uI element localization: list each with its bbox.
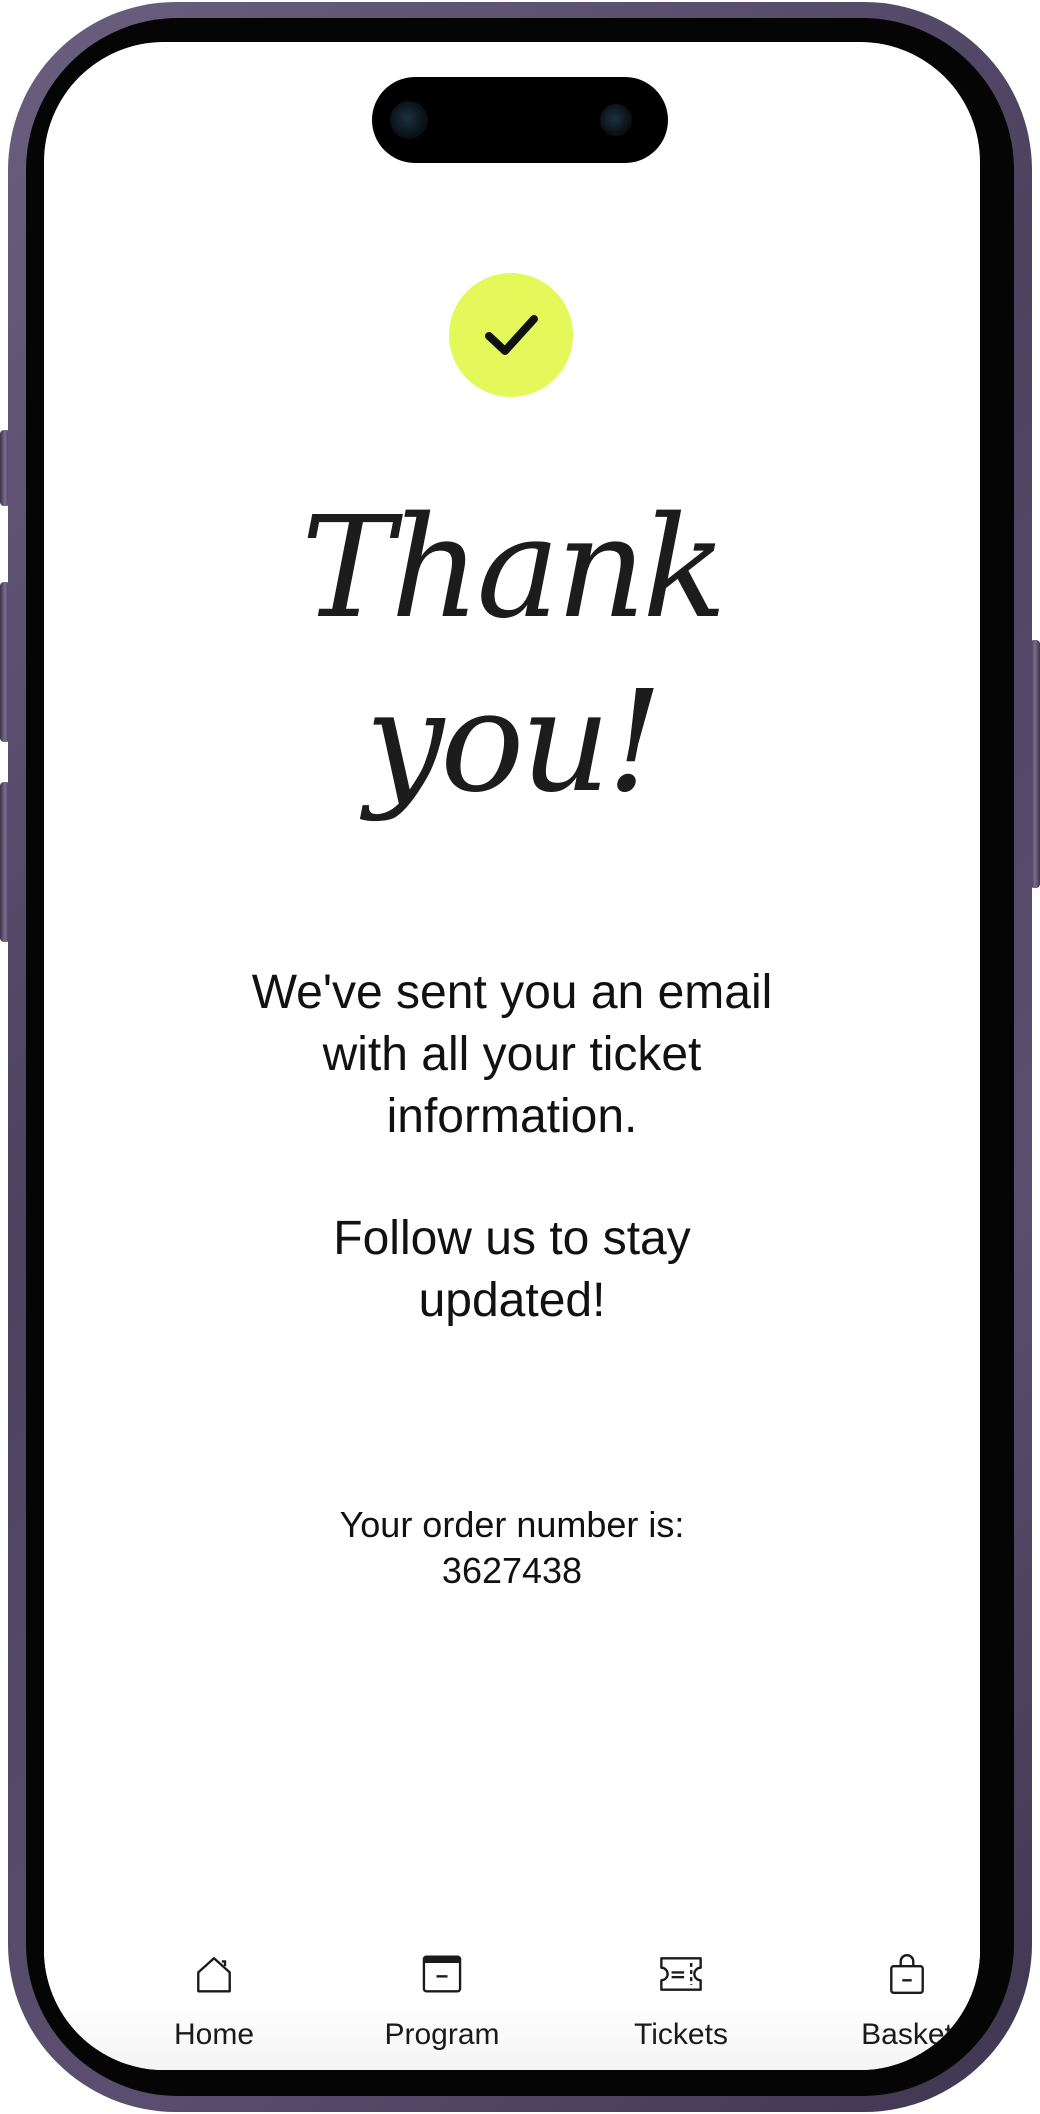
email-notice-line: with all your ticket xyxy=(322,1028,702,1081)
nav-label-tickets: Tickets xyxy=(634,2018,728,2051)
nav-item-tickets[interactable]: Tickets xyxy=(581,1902,781,2052)
nav-item-program[interactable]: Program xyxy=(342,1902,542,2052)
follow-notice-line: updated! xyxy=(418,1274,606,1327)
sensor-icon xyxy=(600,104,632,136)
confirmation-message: We've sent you an email with all your ti… xyxy=(44,962,980,1332)
home-icon xyxy=(197,1957,231,1993)
title-line-2: you! xyxy=(365,661,663,824)
success-badge xyxy=(449,273,573,397)
email-notice-line: information. xyxy=(386,1090,638,1143)
checkmark-icon xyxy=(485,315,538,355)
nav-item-home[interactable]: Home xyxy=(114,1902,314,2052)
page-title: Thank you! xyxy=(44,482,980,830)
email-notice-line: We've sent you an email xyxy=(251,966,773,1019)
nav-label-home: Home xyxy=(173,2018,255,2051)
camera-lens-icon xyxy=(390,101,428,139)
order-info: Your order number is: 3627438 xyxy=(44,1502,980,1594)
order-label: Your order number is: xyxy=(339,1504,685,1545)
device-canvas: Thank you! We've sent you an email with … xyxy=(0,0,1040,2114)
follow-notice: Follow us to stay updated! xyxy=(44,1208,980,1332)
nav-label-basket: Basket xyxy=(861,2018,953,2051)
follow-notice-line: Follow us to stay xyxy=(333,1212,691,1265)
ticket-icon xyxy=(660,1957,702,1991)
calendar-icon xyxy=(422,1955,462,1993)
nav-item-basket[interactable]: Basket xyxy=(807,1902,980,2052)
bottom-nav: Home Program Tickets Basket xyxy=(44,1902,980,2070)
basket-icon xyxy=(890,1953,924,1995)
title-line-1: Thank xyxy=(300,487,727,650)
email-notice: We've sent you an email with all your ti… xyxy=(44,962,980,1148)
nav-label-program: Program xyxy=(384,2018,500,2051)
dynamic-island xyxy=(372,77,668,163)
app-screen: Thank you! We've sent you an email with … xyxy=(44,42,980,2070)
order-number: 3627438 xyxy=(441,1550,583,1591)
